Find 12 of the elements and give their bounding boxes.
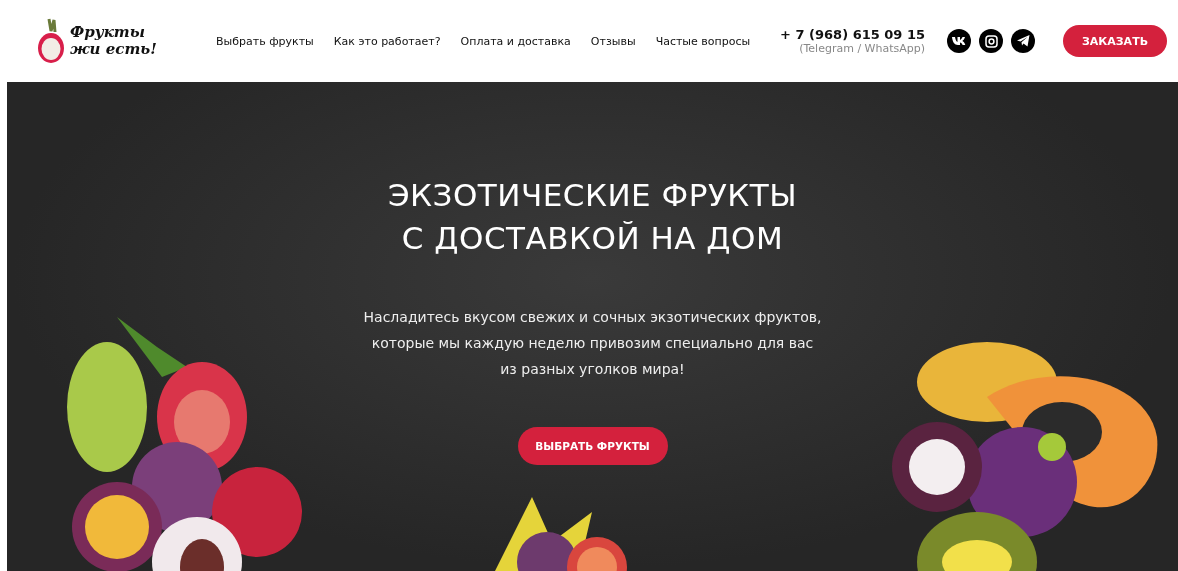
choose-fruits-button[interactable]: ВЫБРАТЬ ФРУКТЫ — [517, 427, 668, 465]
logo-text: Фрукты жи есть! — [70, 24, 157, 58]
order-button[interactable]: ЗАКАЗАТЬ — [1063, 25, 1167, 57]
hero-title: ЭКЗОТИЧЕСКИЕ ФРУКТЫ С ДОСТАВКОЙ НА ДОМ — [387, 176, 798, 258]
nav-link[interactable]: Выбрать фрукты — [216, 34, 314, 48]
hero-description: Насладитесь вкусом свежих и сочных экзотических фруктов, которые мы каждую неделю привозим специально для вас из разных уголков мира! — [363, 308, 822, 379]
nav-link[interactable]: Как это работает? — [333, 34, 441, 48]
phone-number[interactable]: + 7 (968) 615 09 15 — [780, 27, 925, 42]
nav-link[interactable]: Частые вопросы — [655, 34, 751, 48]
contact-note: (Telegram / WhatsApp) — [799, 42, 925, 55]
nav-link[interactable]: Оплата и доставка — [460, 34, 571, 48]
nav-link[interactable]: Отзывы — [590, 34, 636, 48]
